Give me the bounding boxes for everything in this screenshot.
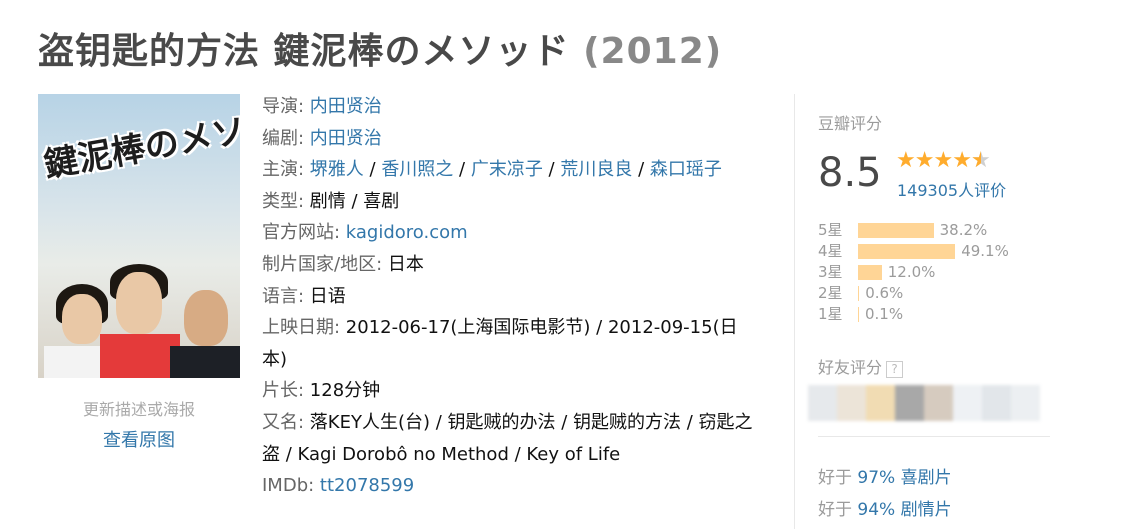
cast-link[interactable]: 荒川良良 — [560, 159, 632, 180]
language-value: 日语 — [309, 285, 346, 307]
update-poster-text: 更新描述或海报 — [82, 400, 195, 419]
movie-year: (2012) — [583, 31, 723, 72]
help-icon[interactable]: ? — [886, 361, 904, 378]
cast-row: 主演: 堺雅人 / 香川照之 / 广末凉子 / 荒川良良 / 森口瑶子 — [262, 159, 722, 181]
poster-links: 更新描述或海报 查看原图 — [38, 396, 240, 452]
star-icon: ★ — [896, 148, 916, 173]
rating-bar-label: 5星 — [818, 221, 843, 239]
poster-figure-right-body — [170, 346, 240, 378]
poster-figure-center — [116, 272, 162, 334]
rating-bar-label: 2星 — [818, 284, 843, 302]
country-value: 日本 — [387, 253, 424, 275]
aka-row: 又名: 落KEY人生(台) / 钥匙贼的办法 / 钥匙贼的方法 / 窃匙之盗 /… — [262, 411, 753, 465]
votes-link[interactable]: 149305人评价 — [897, 177, 1006, 201]
rating-bar — [858, 307, 859, 322]
country-label: 制片国家/地区 — [262, 253, 377, 275]
better-than-row: 好于 97% 喜剧片 — [818, 462, 952, 494]
rating-score: 8.5 — [818, 150, 882, 196]
rating-distribution: 5星 38.2% 4星 49.1% 3星 12.0% 2星 0.6% 1星 0.1% — [818, 220, 1058, 325]
rating-bar-percent: 12.0% — [887, 263, 936, 281]
release-row: 上映日期: 2012-06-17(上海国际电影节) / 2012-09-15(日… — [262, 317, 738, 370]
director-label: 导演 — [262, 96, 298, 117]
cast-link[interactable]: 广末凉子 — [471, 159, 543, 180]
rating-bar-row: 4星 49.1% — [818, 241, 1058, 262]
imdb-label: IMDb — [262, 475, 309, 497]
page-title: 盗钥匙的方法 鍵泥棒のメソッド (2012) — [38, 22, 722, 74]
rating-divider — [818, 436, 1050, 437]
website-label: 官方网站 — [262, 222, 334, 244]
rating-bar-label: 3星 — [818, 263, 843, 281]
director-link[interactable]: 内田贤治 — [310, 96, 382, 117]
rating-bar-label: 4星 — [818, 242, 843, 260]
view-original-link[interactable]: 查看原图 — [38, 426, 240, 452]
genre-row: 类型: 剧情 / 喜剧 — [262, 190, 400, 212]
cast-link[interactable]: 森口瑶子 — [650, 159, 722, 180]
runtime-value: 128分钟 — [309, 380, 381, 402]
half-star-icon: ★ — [971, 148, 991, 173]
aka-label: 又名 — [262, 411, 298, 433]
writer-link[interactable]: 内田贤治 — [310, 128, 382, 149]
better-than-prefix: 好于 — [818, 468, 852, 488]
runtime-label: 片长 — [262, 380, 298, 402]
aka-value: 落KEY人生(台) / 钥匙贼的办法 / 钥匙贼的方法 / 窃匙之盗 / Kag… — [262, 411, 753, 465]
rating-bar — [858, 265, 882, 280]
rating-panel: 豆瓣评分 8.5 ★★★★★ 149305人评价 5星38.2% 4星49.1%… — [818, 110, 1058, 323]
movie-title: 盗钥匙的方法 鍵泥棒のメソッド — [38, 31, 570, 72]
runtime-row: 片长: 128分钟 — [262, 380, 381, 402]
cast-link[interactable]: 堺雅人 — [310, 159, 364, 180]
rating-bar — [858, 223, 934, 238]
star-icon: ★ — [933, 148, 953, 173]
cast-link[interactable]: 香川照之 — [381, 159, 453, 180]
website-link[interactable]: kagidoro.com — [346, 222, 468, 243]
rating-label: 豆瓣评分 — [818, 114, 883, 133]
rating-bar-percent: 49.1% — [961, 242, 1009, 260]
language-row: 语言: 日语 — [262, 285, 346, 307]
genre-value: 剧情 / 喜剧 — [309, 190, 400, 212]
director-row: 导演: 内田贤治 — [262, 96, 382, 117]
better-than-row: 好于 94% 剧情片 — [818, 494, 952, 526]
writer-label: 编剧 — [262, 127, 298, 149]
section-divider — [794, 94, 795, 529]
movie-poster[interactable]: 鍵泥棒のメソッド — [38, 94, 240, 378]
rating-bar-row: 5星 38.2% — [818, 220, 1058, 241]
cast-label: 主演 — [262, 159, 298, 181]
rating-bar-row: 1星 0.1% — [818, 304, 1058, 325]
rating-bar-row: 2星 0.6% — [818, 283, 1058, 304]
imdb-row: IMDb: tt2078599 — [262, 475, 415, 497]
better-than-percent[interactable]: 97% — [857, 468, 895, 488]
friend-avatars[interactable] — [808, 385, 1040, 421]
friends-rating: 好友评分? — [818, 354, 904, 378]
language-label: 语言 — [262, 285, 298, 307]
movie-info: 导演: 内田贤治 编剧: 内田贤治 主演: 堺雅人 / 香川照之 / 广末凉子 … — [262, 91, 762, 502]
website-row: 官方网站: kagidoro.com — [262, 222, 468, 244]
better-than-genre[interactable]: 剧情片 — [901, 500, 952, 520]
better-than-prefix: 好于 — [818, 500, 852, 520]
imdb-link[interactable]: tt2078599 — [320, 475, 414, 496]
star-icon: ★ — [952, 148, 972, 173]
star-icon: ★ — [914, 148, 935, 173]
release-label: 上映日期 — [262, 317, 334, 339]
better-than-genre[interactable]: 喜剧片 — [901, 468, 952, 488]
genre-label: 类型 — [262, 190, 298, 212]
poster-figure-right — [184, 290, 228, 346]
writer-row: 编剧: 内田贤治 — [262, 127, 382, 149]
rating-bar — [858, 286, 860, 301]
better-than: 好于 97% 喜剧片 好于 94% 剧情片 — [818, 462, 952, 526]
rating-bar-percent: 0.1% — [865, 305, 904, 323]
rating-bar-label: 1星 — [818, 305, 843, 323]
poster-figure-left — [62, 294, 102, 344]
rating-bar-percent: 0.6% — [865, 284, 904, 302]
poster-title-art: 鍵泥棒のメソッド — [41, 99, 240, 186]
country-row: 制片国家/地区: 日本 — [262, 253, 424, 275]
rating-bar-percent: 38.2% — [939, 221, 988, 239]
poster-figure-center-body — [100, 334, 180, 378]
better-than-percent[interactable]: 94% — [857, 500, 895, 520]
rating-bar-row: 3星 12.0% — [818, 262, 1058, 283]
rating-bar — [858, 244, 956, 259]
friends-rating-label: 好友评分 — [818, 358, 883, 377]
rating-stars: ★★★★★ — [896, 148, 991, 173]
